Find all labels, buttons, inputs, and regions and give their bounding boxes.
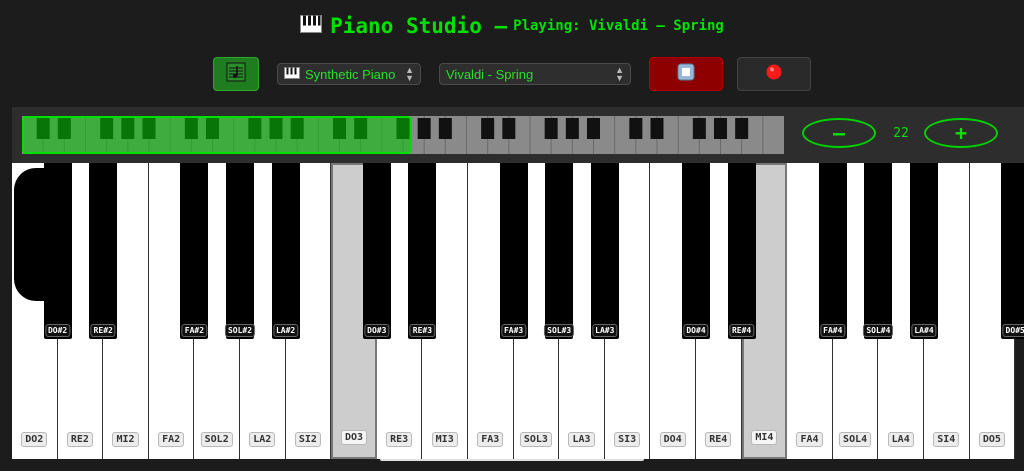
black-key[interactable]: SOL#4 (863, 163, 894, 339)
key-label: RE#3 (409, 324, 436, 337)
keyboard-minimap[interactable] (22, 116, 784, 154)
piano-icon (300, 15, 323, 37)
black-key[interactable]: SOL#3 (544, 163, 575, 339)
song-select[interactable]: Vivaldi - Spring ▲ ▼ (439, 63, 631, 85)
key-label: DO#2 (44, 324, 71, 337)
minimap-black-key (544, 118, 558, 139)
key-label: FA#3 (500, 324, 527, 337)
key-label: RE#4 (728, 324, 755, 337)
key-label: RE2 (66, 432, 93, 447)
key-label: LA4 (887, 432, 914, 447)
key-label: RE#2 (90, 324, 116, 337)
instrument-select[interactable]: Synthetic Piano ▲ ▼ (277, 63, 421, 85)
black-key[interactable]: DO#4 (682, 163, 710, 339)
key-label: SI3 (614, 432, 641, 447)
black-key[interactable]: DO#5 (1001, 163, 1024, 339)
piano-keyboard: DO2 RE2 MI2 FA2 SOL2 LA2 SI2 DO3 RE3 MI3 FA3 SOL3 LA… (0, 163, 1024, 471)
record-icon (765, 63, 783, 85)
page-title: Piano Studio – (330, 14, 508, 38)
key-label: FA2 (158, 432, 185, 447)
minimap-black-key (650, 118, 664, 139)
octave-down-button[interactable]: – (802, 118, 876, 148)
key-label: LA3 (568, 432, 595, 447)
key-label: LA#3 (592, 324, 618, 337)
black-key[interactable]: RE#4 (727, 163, 756, 339)
black-key[interactable]: FA#3 (499, 163, 528, 339)
key-label: SOL4 (839, 432, 872, 447)
black-key[interactable]: LA#3 (590, 163, 619, 339)
octave-controls: – 22 + (800, 116, 1002, 154)
minimap-black-key (714, 118, 727, 139)
key-label: SOL2 (200, 432, 233, 447)
minimap-black-key (629, 118, 643, 139)
key-label: LA#2 (272, 324, 299, 337)
key-label: LA#4 (911, 324, 937, 337)
key-label: MI2 (112, 432, 139, 447)
black-key[interactable]: LA#4 (910, 163, 938, 339)
key-label: MI3 (431, 432, 458, 447)
minimap-black-key (587, 118, 600, 139)
piano-icon (284, 66, 300, 82)
key-label: FA#4 (820, 324, 846, 337)
minimap-black-key (417, 118, 431, 139)
key-label: DO#3 (364, 324, 390, 337)
instrument-select-value: Synthetic Piano (305, 66, 396, 82)
minimap-black-key (692, 118, 706, 139)
black-key[interactable]: LA#2 (271, 163, 300, 339)
key-label: SOL#3 (544, 324, 575, 337)
black-key[interactable]: DO#3 (362, 163, 391, 339)
key-label: LA2 (249, 432, 276, 447)
minimap-black-key (502, 118, 516, 139)
minimap-black-key (481, 118, 495, 139)
score-button[interactable] (213, 57, 259, 91)
key-label: RE3 (386, 432, 413, 447)
minimap-black-key (565, 118, 579, 139)
key-label: SI2 (294, 432, 321, 447)
key-label: MI4 (751, 430, 778, 445)
black-key[interactable]: FA#2 (180, 163, 209, 339)
song-select-value: Vivaldi - Spring (446, 66, 534, 82)
black-key[interactable]: FA#4 (818, 163, 847, 339)
key-label: DO#4 (683, 324, 709, 337)
key-label: SOL3 (519, 432, 552, 447)
stop-icon (677, 63, 695, 85)
music-score-icon (225, 61, 247, 87)
key-label: DO3 (340, 430, 368, 445)
black-key[interactable]: RE#2 (89, 163, 118, 339)
key-label: SI4 (933, 432, 960, 447)
key-label: SOL#4 (863, 324, 894, 337)
key-label: DO#5 (1002, 324, 1024, 337)
key-label: FA3 (477, 432, 504, 447)
minimap-black-key (438, 118, 452, 139)
octave-up-button[interactable]: + (924, 118, 998, 148)
key-label: RE4 (705, 432, 732, 447)
black-key[interactable]: SOL#2 (224, 163, 256, 339)
keyboard-left-shade (14, 168, 54, 301)
key-label: SOL#2 (224, 324, 256, 337)
chevron-updown-icon: ▲ ▼ (405, 65, 414, 83)
chevron-updown-icon: ▲ ▼ (615, 65, 624, 83)
black-key[interactable]: RE#3 (408, 163, 437, 339)
stop-button[interactable] (649, 57, 723, 91)
minimap-viewport[interactable] (22, 116, 412, 154)
key-label: FA#2 (181, 324, 208, 337)
key-label: DO4 (659, 432, 686, 447)
app-title: Piano Studio – Playing: Vivaldi – Spring (0, 14, 1024, 38)
minimap-black-key (735, 118, 749, 139)
key-label: DO2 (21, 432, 48, 447)
key-label: FA4 (796, 432, 823, 447)
octave-value: 22 (893, 126, 909, 141)
record-button[interactable] (737, 57, 811, 91)
now-playing: Playing: Vivaldi – Spring (513, 18, 724, 34)
key-label: DO5 (978, 432, 1005, 447)
